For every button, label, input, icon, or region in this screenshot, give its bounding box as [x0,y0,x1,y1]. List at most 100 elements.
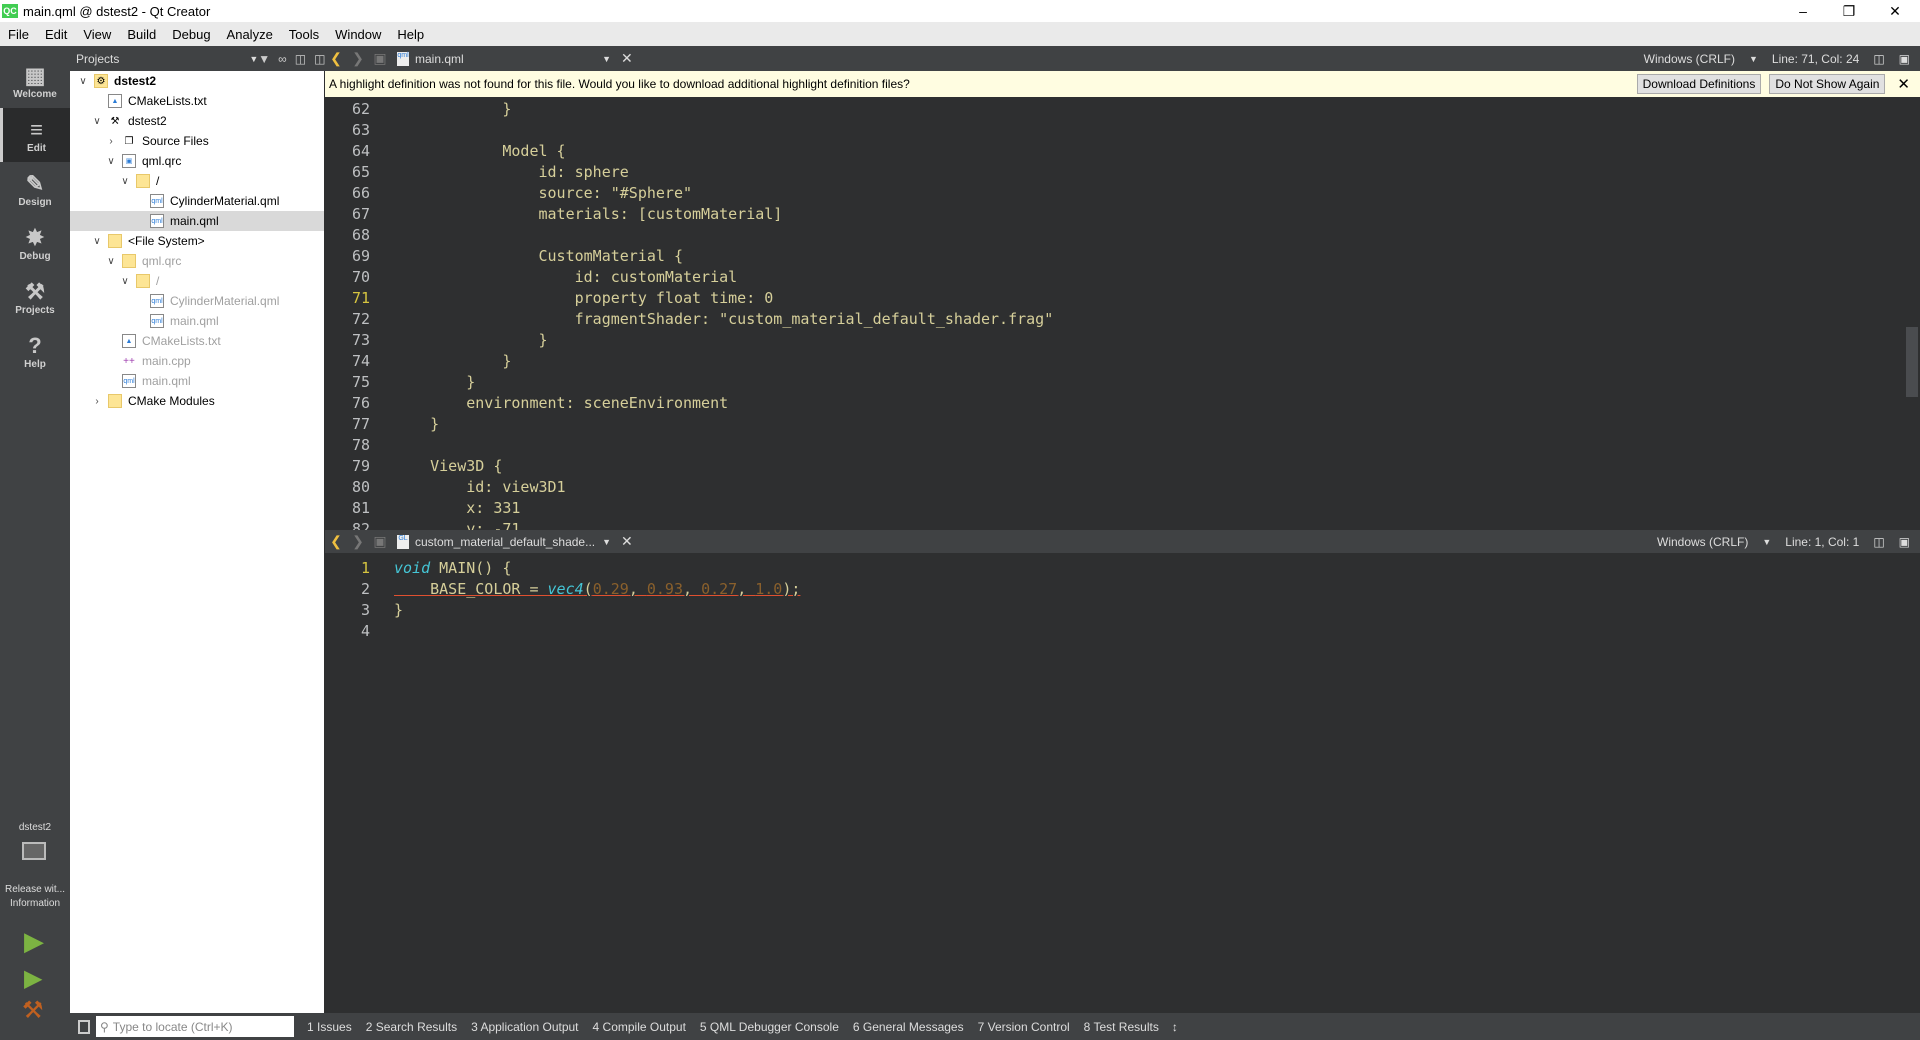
code-line[interactable]: } [392,99,1902,120]
projects-view-selector[interactable]: Projects [76,52,119,66]
forward-icon[interactable]: ❯ [347,533,369,550]
locator-input[interactable]: ⚲ Type to locate (Ctrl+K) [96,1016,294,1037]
expand-arrow-icon[interactable]: ∨ [118,276,132,287]
output-pane-button[interactable]: 1 Issues [300,1020,359,1034]
code-editor-main-qml[interactable]: } Model { id: sphere source: "#Sphere" m… [392,99,1902,530]
expand-arrow-icon[interactable]: ∨ [118,176,132,187]
tree-item[interactable]: qml main.qml [70,371,324,391]
code-line[interactable]: source: "#Sphere" [392,183,1902,204]
menu-debug[interactable]: Debug [164,27,218,42]
build-hammer-icon[interactable]: ⚒ [22,996,44,1025]
download-definitions-button[interactable]: Download Definitions [1636,74,1762,94]
code-line[interactable]: View3D { [392,456,1902,477]
code-line[interactable]: materials: [customMaterial] [392,204,1902,225]
tree-item[interactable]: ∨ ▣ qml.qrc [70,151,324,171]
tree-item[interactable]: ∨ ⚒ dstest2 [70,111,324,131]
output-pane-button[interactable]: 8 Test Results [1077,1020,1166,1034]
collapse-arrow-icon[interactable]: › [104,136,118,147]
cursor-position[interactable]: Line: 71, Col: 24 [1772,52,1859,66]
output-pane-button[interactable]: 2 Search Results [359,1020,464,1034]
expand-arrow-icon[interactable]: ∨ [104,256,118,267]
pane-scroll-icon[interactable]: ↕ [1166,1020,1178,1034]
build-config-label[interactable]: Release wit... Information [0,883,70,911]
split-icon[interactable]: ◫ [295,52,306,66]
tree-item[interactable]: ∨ qml.qrc [70,251,324,271]
minimize-button[interactable]: – [1780,0,1826,22]
code-line[interactable]: } [392,351,1902,372]
tree-item[interactable]: › CMake Modules [70,391,324,411]
code-line[interactable]: CustomMaterial { [392,246,1902,267]
tree-item[interactable]: ++ main.cpp [70,351,324,371]
mode-projects[interactable]: ⚒ Projects [0,270,70,324]
chevron-down-icon[interactable]: ▼ [249,54,258,64]
code-line[interactable]: y: -71 [392,519,1902,530]
restore-button[interactable]: ❐ [1826,0,1872,22]
tree-item[interactable]: ∨ <File System> [70,231,324,251]
code-line[interactable] [392,435,1902,456]
code-line[interactable] [392,120,1902,141]
back-icon[interactable]: ❮ [325,533,347,550]
chevron-down-icon[interactable]: ▼ [1762,537,1771,547]
split-icon[interactable]: ◫ [1873,535,1884,549]
close-info-icon[interactable]: ✕ [1885,75,1920,93]
tree-item[interactable]: qml CylinderMaterial.qml [70,291,324,311]
mode-design[interactable]: ✎ Design [0,162,70,216]
tree-item[interactable]: qml CylinderMaterial.qml [70,191,324,211]
mode-welcome[interactable]: ▦ Welcome [0,54,70,108]
link-icon[interactable]: ∞ [278,52,287,66]
menu-tools[interactable]: Tools [281,27,327,42]
mode-help[interactable]: ? Help [0,324,70,378]
code-line[interactable]: } [392,600,1902,621]
split-icon[interactable]: ◫ [1873,52,1884,66]
document-selector[interactable]: qml main.qml ▼ [391,51,611,66]
menu-help[interactable]: Help [389,27,432,42]
tree-item[interactable]: ▲ CMakeLists.txt [70,91,324,111]
filter-icon[interactable]: ▼ [258,52,270,66]
close-document-icon[interactable]: ✕ [611,50,643,67]
output-pane-button[interactable]: 3 Application Output [464,1020,585,1034]
menu-window[interactable]: Window [327,27,389,42]
kit-selector-monitor-icon[interactable] [22,842,46,860]
debug-run-icon[interactable]: ▶ [24,964,42,993]
menu-analyze[interactable]: Analyze [219,27,281,42]
cursor-position[interactable]: Line: 1, Col: 1 [1785,535,1859,549]
encoding-selector[interactable]: Windows (CRLF) [1644,52,1735,66]
collapse-arrow-icon[interactable]: › [90,396,104,407]
expand-arrow-icon[interactable]: ∨ [90,116,104,127]
code-line[interactable] [392,621,1902,642]
output-pane-button[interactable]: 5 QML Debugger Console [693,1020,846,1034]
forward-icon[interactable]: ❯ [347,50,369,67]
maximize-icon[interactable]: ▣ [1899,535,1910,549]
scrollbar-thumb[interactable] [1906,327,1918,397]
menu-edit[interactable]: Edit [37,27,75,42]
code-line[interactable]: id: view3D1 [392,477,1902,498]
expand-arrow-icon[interactable]: ∨ [90,236,104,247]
back-icon[interactable]: ❮ [325,50,347,67]
tree-item[interactable]: ∨ / [70,271,324,291]
close-window-button[interactable]: ✕ [1872,0,1918,22]
code-line[interactable]: property float time: 0 [392,288,1902,309]
tree-item[interactable]: ∨ ⚙ dstest2 [70,71,324,91]
mode-debug[interactable]: ✸ Debug [0,216,70,270]
maximize-icon[interactable]: ▣ [1899,52,1910,66]
output-pane-button[interactable]: 7 Version Control [971,1020,1077,1034]
menu-build[interactable]: Build [119,27,164,42]
expand-arrow-icon[interactable]: ∨ [76,76,90,87]
menu-file[interactable]: File [0,27,37,42]
do-not-show-again-button[interactable]: Do Not Show Again [1769,74,1886,94]
expand-arrow-icon[interactable]: ∨ [104,156,118,167]
vertical-scrollbar[interactable] [1902,553,1920,1013]
chevron-down-icon[interactable]: ▼ [1749,54,1758,64]
code-line[interactable]: BASE_COLOR = vec4(0.29, 0.93, 0.27, 1.0)… [392,579,1902,600]
code-line[interactable]: } [392,330,1902,351]
output-pane-button[interactable]: 4 Compile Output [586,1020,693,1034]
tree-item[interactable]: qml main.qml [70,311,324,331]
code-line[interactable]: fragmentShader: "custom_material_default… [392,309,1902,330]
tree-item[interactable]: ▲ CMakeLists.txt [70,331,324,351]
vertical-scrollbar[interactable] [1902,97,1920,530]
tree-item[interactable]: qml main.qml [70,211,324,231]
encoding-selector[interactable]: Windows (CRLF) [1657,535,1748,549]
run-icon[interactable]: ▶ [24,926,44,957]
code-line[interactable]: x: 331 [392,498,1902,519]
code-line[interactable]: } [392,414,1902,435]
